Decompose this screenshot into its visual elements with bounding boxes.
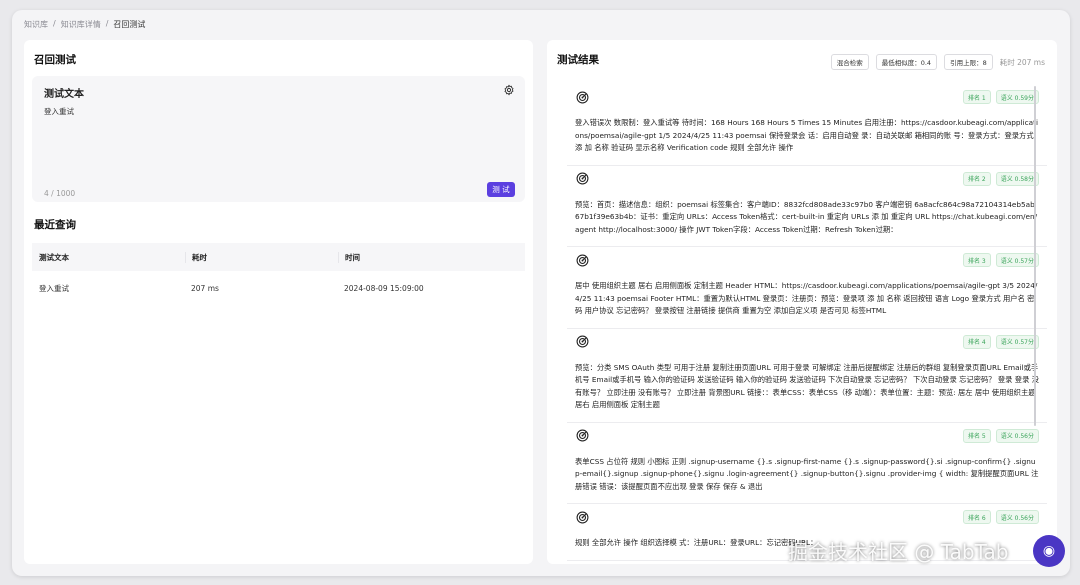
min-similarity-chip: 最低相似度：0.4 — [875, 54, 938, 70]
cell-text: 登入重试 — [39, 283, 69, 293]
rank-badge: 排名 6 — [962, 510, 991, 524]
avatar[interactable]: ◉ — [1033, 535, 1065, 567]
result-content: 预览：分类 SMS OAuth 类型 可用于注册 复制注册页面URL 可用于登录… — [575, 362, 1039, 410]
rank-badge: 排名 5 — [962, 428, 991, 443]
score-badge: 语义 0.58分 — [995, 171, 1039, 186]
recent-queries-table: 测试文本 耗时 时间 登入重试 207 ms 2024-08-09 15:09:… — [32, 243, 525, 305]
column-header-text: 测试文本 — [39, 252, 69, 262]
result-card[interactable]: 排名 1 语义 0.59分 登入错误次 数限制：登入重试等 待时间：168 Hou… — [567, 84, 1047, 166]
test-text-input[interactable]: 登入重试 — [44, 106, 74, 117]
test-button[interactable]: 测 试 — [487, 182, 515, 197]
page-title: 召回测试 — [34, 54, 76, 66]
score-badge: 语义 0.56分 — [995, 510, 1039, 524]
score-badge: 语义 0.56分 — [995, 428, 1039, 443]
target-icon — [576, 91, 589, 103]
result-card[interactable]: 排名 2 语义 0.58分 预览：首页：描述信息：组织：poemsai 标签集合：… — [567, 165, 1047, 247]
target-icon — [576, 254, 589, 266]
rank-badge: 排名 1 — [962, 90, 991, 104]
target-icon — [576, 172, 589, 185]
result-card[interactable]: 排名 5 语义 0.56分 表单CSS 占位符 规则 小图标 正则 .signup… — [567, 422, 1047, 504]
test-text-card: 测试文本 登入重试 4 / 1000 测 试 — [32, 76, 525, 202]
target-icon — [576, 511, 589, 523]
search-mode-chip: 混合检索 — [830, 54, 869, 70]
breadcrumb-item-knowledge-base[interactable]: 知识库 — [24, 19, 48, 30]
breadcrumb-item-kb-detail[interactable]: 知识库详情 — [61, 19, 101, 30]
test-text-label: 测试文本 — [44, 89, 84, 100]
results-list: 排名 1 语义 0.59分 登入错误次 数限制：登入重试等 待时间：168 Hou… — [567, 84, 1047, 561]
result-content: 登入错误次 数限制：登入重试等 待时间：168 Hours 168 Hours … — [575, 118, 1038, 152]
recall-test-panel: 召回测试 测试文本 登入重试 4 / 1000 测 试 最近查询 测试文本 耗时… — [24, 40, 533, 564]
watermark: 掘金技术社区 @ TabTab — [788, 540, 1009, 564]
gear-icon[interactable] — [503, 84, 515, 96]
target-icon — [576, 429, 589, 442]
result-card[interactable]: 排名 3 语义 0.57分 居中 使用组织主题 居右 启用侧面板 定制主题 Hea… — [567, 247, 1047, 329]
breadcrumb-item-current: 召回测试 — [113, 20, 146, 29]
breadcrumb-separator: / — [53, 19, 56, 28]
result-content: 居中 使用组织主题 居右 启用侧面板 定制主题 Header HTML：http… — [575, 281, 1038, 315]
score-badge: 语义 0.57分 — [995, 253, 1039, 267]
recent-queries-title: 最近查询 — [34, 219, 76, 231]
reference-limit-chip: 引用上限：8 — [944, 54, 993, 70]
rank-badge: 排名 3 — [962, 253, 991, 267]
breadcrumb: 知识库 / 知识库详情 / 召回测试 — [24, 19, 145, 30]
table-header: 测试文本 耗时 时间 — [32, 243, 525, 271]
cell-time: 2024-08-09 15:09:00 — [344, 283, 424, 293]
result-content: 预览：首页：描述信息：组织：poemsai 标签集合：客户端ID：8832fcd… — [575, 199, 1038, 234]
rank-badge: 排名 2 — [962, 171, 991, 186]
results-title: 测试结果 — [557, 54, 599, 66]
column-header-time: 时间 — [338, 251, 525, 263]
cell-duration: 207 ms — [191, 283, 219, 293]
app-window: 知识库 / 知识库详情 / 召回测试 召回测试 测试文本 登入重试 4 / 10… — [12, 10, 1070, 576]
score-badge: 语义 0.59分 — [995, 90, 1039, 104]
elapsed-time: 耗时 207 ms — [999, 57, 1045, 67]
rank-badge: 排名 4 — [962, 334, 991, 349]
result-content: 表单CSS 占位符 规则 小图标 正则 .signup-username {}.… — [575, 456, 1039, 491]
breadcrumb-separator: / — [105, 19, 109, 28]
results-meta: 混合检索 最低相似度：0.4 引用上限：8 耗时 207 ms — [830, 54, 1045, 70]
column-header-duration: 耗时 — [185, 251, 338, 263]
test-results-panel: 测试结果 混合检索 最低相似度：0.4 引用上限：8 耗时 207 ms 排名 … — [547, 40, 1057, 564]
target-icon — [576, 335, 589, 348]
result-card[interactable]: 排名 4 语义 0.57分 预览：分类 SMS OAuth 类型 可用于注册 复制… — [567, 328, 1047, 423]
scrollbar[interactable] — [1034, 86, 1036, 426]
char-count: 4 / 1000 — [44, 189, 76, 198]
table-row[interactable]: 登入重试 207 ms 2024-08-09 15:09:00 — [32, 271, 525, 305]
score-badge: 语义 0.57分 — [995, 334, 1039, 349]
